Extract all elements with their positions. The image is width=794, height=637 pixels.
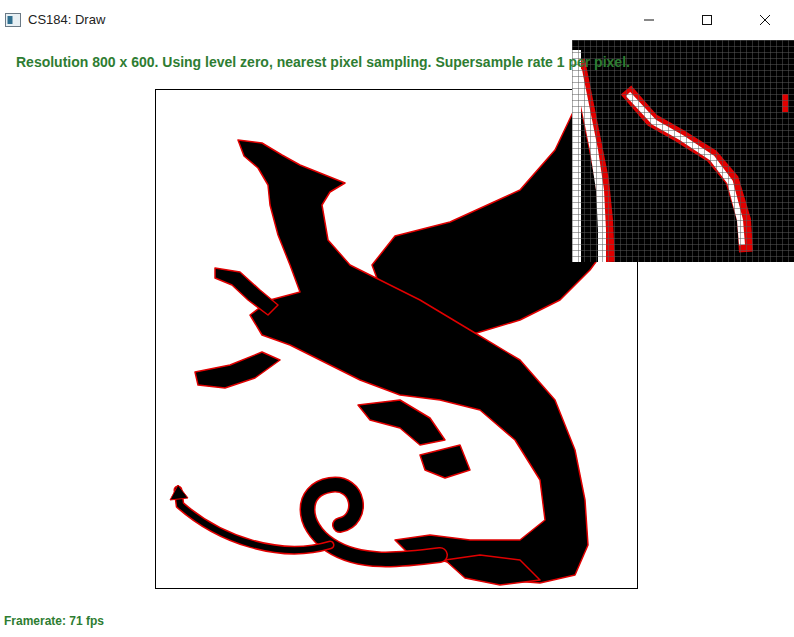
- maximize-icon: [701, 14, 713, 26]
- framerate-text: Framerate: 71 fps: [4, 613, 104, 629]
- close-button[interactable]: [736, 0, 794, 40]
- app-window: CS184: Draw: [0, 0, 794, 637]
- maximize-button[interactable]: [678, 0, 736, 40]
- app-icon: [5, 13, 21, 27]
- close-icon: [759, 14, 771, 26]
- status-text: Resolution 800 x 600. Using level zero, …: [16, 53, 630, 71]
- window-title: CS184: Draw: [28, 10, 105, 30]
- minimize-icon: [643, 14, 655, 26]
- draw-area[interactable]: Resolution 800 x 600. Using level zero, …: [0, 40, 794, 637]
- minimize-button[interactable]: [620, 0, 678, 40]
- title-bar: CS184: Draw: [0, 0, 794, 40]
- zoom-inset: [572, 40, 794, 262]
- zoom-pixels: [572, 40, 794, 262]
